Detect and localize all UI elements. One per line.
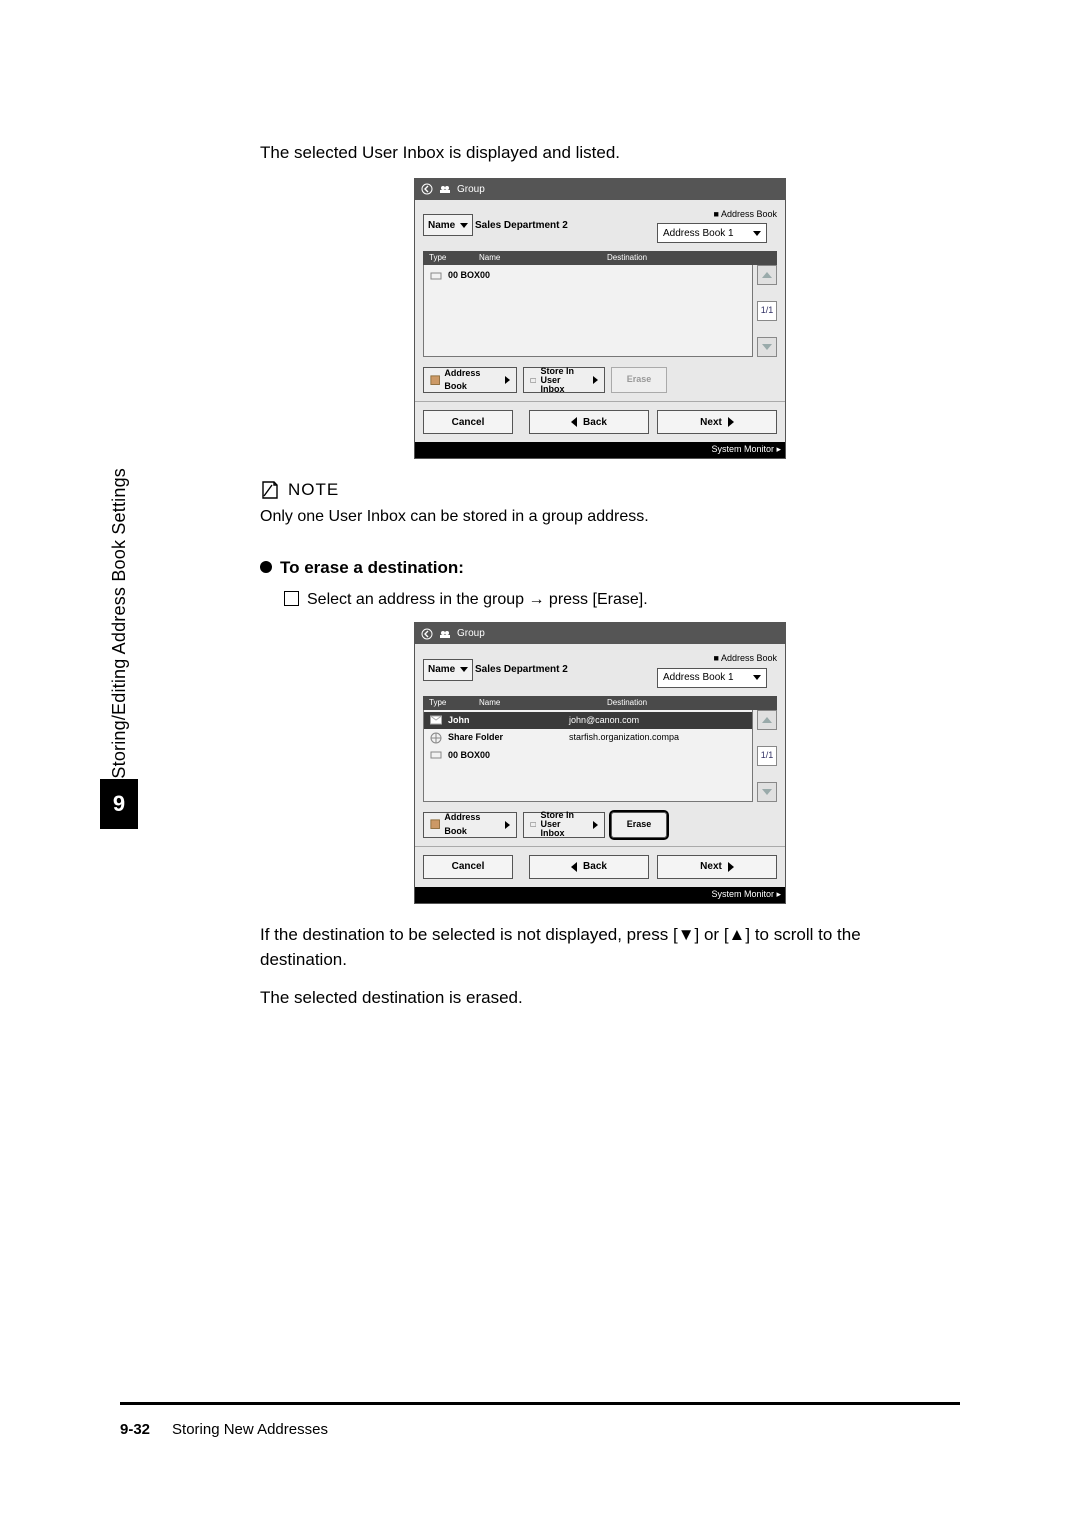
scroll-down-button[interactable] xyxy=(757,337,777,357)
name-value: Sales Department 2 xyxy=(475,218,647,233)
group-icon xyxy=(439,183,451,195)
result-line: The selected destination is erased. xyxy=(260,985,940,1011)
cancel-button[interactable]: Cancel xyxy=(423,855,513,879)
name-button[interactable]: Name xyxy=(423,214,473,236)
scroll-down-button[interactable] xyxy=(757,782,777,802)
erase-button[interactable]: Erase xyxy=(611,812,667,838)
sim-title: Group xyxy=(457,182,485,197)
cancel-button[interactable]: Cancel xyxy=(423,410,513,434)
page-indicator: 1/1 xyxy=(757,301,777,321)
note-icon xyxy=(260,480,280,500)
bullet-icon xyxy=(260,561,272,573)
address-book-dropdown[interactable]: Address Book 1 xyxy=(657,223,767,243)
screenshot-store-inbox: Group Name Sales Department 2 ■ Address … xyxy=(414,178,786,460)
address-book-label: ■ Address Book xyxy=(657,208,777,222)
triangle-left-icon xyxy=(571,417,577,427)
book-icon xyxy=(430,819,440,831)
footer-section-title: Storing New Addresses xyxy=(172,1421,328,1438)
scrollbar[interactable]: 1/1 xyxy=(757,265,777,357)
note-label: NOTE xyxy=(288,477,339,503)
status-bar[interactable]: System Monitor ▸ xyxy=(415,887,785,903)
list-header: Type Name Destination xyxy=(423,696,777,710)
mail-icon xyxy=(430,715,442,725)
back-arrow-icon xyxy=(421,628,433,640)
sim-titlebar: Group xyxy=(415,623,785,644)
name-value: Sales Department 2 xyxy=(475,662,647,677)
inbox-icon xyxy=(530,374,536,386)
chevron-down-icon xyxy=(753,675,761,680)
inbox-icon xyxy=(530,819,536,831)
list-item[interactable]: 00 BOX00 xyxy=(424,747,752,765)
back-button[interactable]: Back xyxy=(529,855,649,879)
destination-list[interactable]: John john@canon.com Share Folder starfis… xyxy=(423,710,753,802)
page-footer: 9-32 Storing New Addresses xyxy=(120,1402,960,1438)
scrollbar[interactable]: 1/1 xyxy=(757,710,777,802)
group-icon xyxy=(439,628,451,640)
checkbox-icon xyxy=(284,591,299,606)
intro-line: The selected User Inbox is displayed and… xyxy=(260,140,940,166)
sim-title: Group xyxy=(457,626,485,641)
box-icon xyxy=(430,271,442,281)
chevron-down-icon xyxy=(460,667,468,672)
subheading-erase-destination: To erase a destination: xyxy=(260,555,940,581)
globe-icon xyxy=(430,733,442,743)
chevron-down-icon xyxy=(753,231,761,236)
list-item[interactable]: John john@canon.com xyxy=(424,712,752,730)
triangle-left-icon xyxy=(571,862,577,872)
address-book-dropdown[interactable]: Address Book 1 xyxy=(657,668,767,688)
store-in-user-inbox-button[interactable]: Store In User Inbox xyxy=(523,367,605,393)
footer-rule xyxy=(120,1402,960,1405)
erase-button[interactable]: Erase xyxy=(611,367,667,393)
screenshot-erase-destination: Group Name Sales Department 2 ■ Address … xyxy=(414,622,786,904)
triangle-right-icon xyxy=(728,417,734,427)
status-bar[interactable]: System Monitor ▸ xyxy=(415,442,785,458)
scroll-up-button[interactable] xyxy=(757,265,777,285)
address-book-button[interactable]: Address Book xyxy=(423,812,517,838)
address-book-label: ■ Address Book xyxy=(657,652,777,666)
page-number: 9-32 xyxy=(120,1421,150,1438)
list-item[interactable]: Share Folder starfish.organization.compa xyxy=(424,729,752,747)
scroll-hint: If the destination to be selected is not… xyxy=(260,922,940,973)
back-button[interactable]: Back xyxy=(529,410,649,434)
book-icon xyxy=(430,374,440,386)
list-header: Type Name Destination xyxy=(423,251,777,265)
destination-list[interactable]: 00 BOX00 xyxy=(423,265,753,357)
list-item[interactable]: 00 BOX00 xyxy=(424,267,752,285)
note-body: Only one User Inbox can be stored in a g… xyxy=(260,505,940,529)
chapter-number: 9 xyxy=(100,779,138,829)
chevron-down-icon xyxy=(460,223,468,228)
name-button[interactable]: Name xyxy=(423,659,473,681)
chapter-title: Storing/Editing Address Book Settings xyxy=(109,460,130,779)
address-book-button[interactable]: Address Book xyxy=(423,367,517,393)
back-arrow-icon xyxy=(421,183,433,195)
step-select-address: Select an address in the group → press [… xyxy=(284,588,940,612)
next-button[interactable]: Next xyxy=(657,410,777,434)
box-icon xyxy=(430,750,442,760)
chapter-tab: Storing/Editing Address Book Settings 9 xyxy=(100,460,138,829)
sim-titlebar: Group xyxy=(415,179,785,200)
scroll-up-button[interactable] xyxy=(757,710,777,730)
store-in-user-inbox-button[interactable]: Store In User Inbox xyxy=(523,812,605,838)
page-indicator: 1/1 xyxy=(757,746,777,766)
note-heading: NOTE xyxy=(260,477,940,503)
next-button[interactable]: Next xyxy=(657,855,777,879)
triangle-right-icon xyxy=(728,862,734,872)
